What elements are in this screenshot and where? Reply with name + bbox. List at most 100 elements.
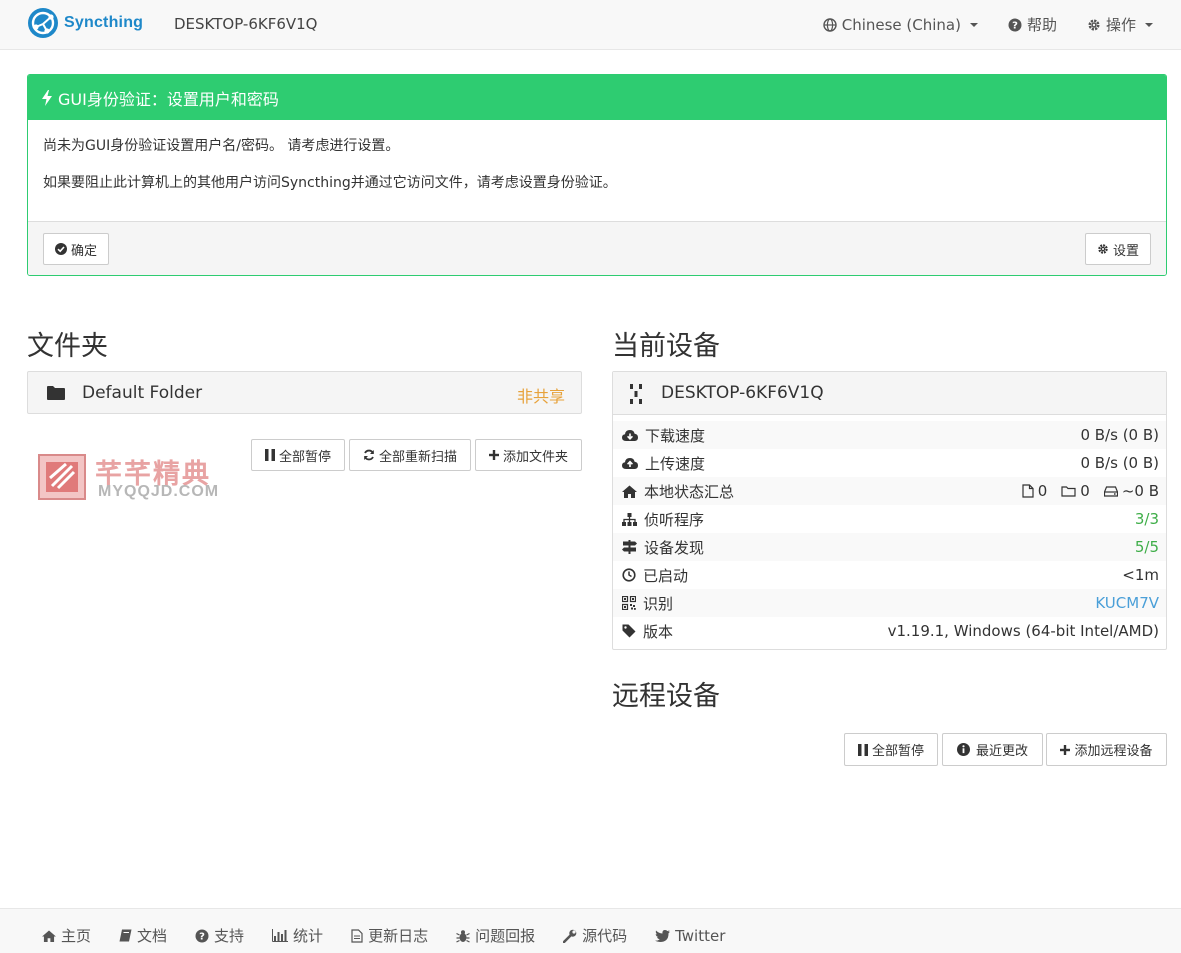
add-folder-button[interactable]: 添加文件夹 (475, 439, 582, 471)
footer-link-label: 文档 (137, 927, 168, 945)
gear-icon (1087, 18, 1101, 32)
navbar: Syncthing DESKTOP-6KF6V1Q Chinese (China… (0, 0, 1181, 50)
row-version: 版本 v1.19.1, Windows (64-bit Intel/AMD) (613, 617, 1166, 645)
rescan-all-button[interactable]: 全部重新扫描 (349, 439, 471, 471)
chevron-down-icon (969, 22, 978, 27)
alert-message-2: 如果要阻止此计算机上的其他用户访问Syncthing并通过它访问文件，请考虑设置… (43, 175, 617, 191)
pause-all-folders-button[interactable]: 全部暂停 (251, 439, 345, 471)
footer-link-changelog[interactable]: 更新日志 (351, 925, 428, 946)
chevron-down-icon (1145, 22, 1153, 27)
this-device-header[interactable]: DESKTOP-6KF6V1Q (613, 372, 1166, 415)
folders-heading: 文件夹 (27, 331, 108, 362)
alert-footer: 确定 设置 (28, 221, 1166, 275)
footer-link-twitter[interactable]: Twitter (655, 925, 725, 946)
row-download-rate: 下载速度 0 B/s (0 B) (613, 421, 1166, 449)
row-label: 上传速度 (645, 454, 706, 473)
twitter-icon (655, 929, 671, 942)
pause-all-devices-button[interactable]: 全部暂停 (844, 733, 938, 766)
footer-link-docs[interactable]: 文档 (119, 925, 167, 946)
svg-text:?: ? (1012, 20, 1018, 31)
row-label: 识别 (643, 594, 674, 613)
device-id-link[interactable]: KUCM7V (1095, 594, 1159, 612)
settings-label: 设置 (1112, 243, 1139, 259)
gear-icon (1097, 243, 1109, 255)
row-value[interactable]: 5/5 (1135, 538, 1159, 556)
footer-link-label: 主页 (61, 927, 92, 945)
brand-logo[interactable]: Syncthing (27, 7, 143, 39)
row-value: v1.19.1, Windows (64-bit Intel/AMD) (887, 622, 1159, 640)
row-value: <1m (1122, 566, 1159, 584)
wrench-icon (563, 929, 577, 943)
device-identicon-icon (630, 384, 642, 404)
files-count: 0 (1037, 482, 1048, 500)
row-uptime: 已启动 <1m (613, 561, 1166, 589)
bar-chart-icon (272, 929, 289, 942)
pause-icon (264, 449, 275, 461)
row-label: 已启动 (643, 566, 689, 585)
row-value: 0 B/s (0 B) (1080, 454, 1159, 472)
actions-menu[interactable]: 操作 (1087, 14, 1153, 35)
row-label: 本地状态汇总 (644, 482, 735, 501)
footer-link-source[interactable]: 源代码 (563, 925, 627, 946)
help-label: 帮助 (1026, 16, 1057, 34)
footer-link-label: 问题回报 (475, 927, 536, 945)
folder-item-default[interactable]: Default Folder 非共享 (27, 371, 582, 414)
folder-status: 非共享 (516, 387, 565, 406)
language-menu[interactable]: Chinese (China) (823, 16, 978, 34)
row-identification: 识别 KUCM7V (613, 589, 1166, 617)
add-folder-label: 添加文件夹 (502, 449, 568, 465)
file-text-icon (351, 928, 363, 943)
watermark-logo-icon (38, 454, 86, 500)
footer-link-bugs[interactable]: 问题回报 (456, 925, 535, 946)
add-remote-device-button[interactable]: 添加远程设备 (1046, 733, 1167, 766)
this-device-heading: 当前设备 (612, 331, 720, 362)
help-menu[interactable]: ? 帮助 (1008, 14, 1057, 35)
footer-link-stats[interactable]: 统计 (272, 925, 323, 946)
cloud-download-icon (622, 429, 638, 442)
folder-outline-icon (1061, 485, 1076, 497)
language-label: Chinese (China) (841, 15, 961, 34)
row-label: 版本 (643, 622, 674, 641)
cloud-upload-icon (622, 457, 638, 470)
row-listeners: 侦听程序 3/3 (613, 505, 1166, 533)
row-label: 设备发现 (644, 538, 705, 557)
svg-text:?: ? (199, 931, 205, 942)
row-value[interactable]: 3/3 (1135, 510, 1159, 528)
this-device-name: DESKTOP-6KF6V1Q (661, 383, 824, 403)
home-icon (42, 929, 56, 942)
row-local-state: 本地状态汇总 0 0 ~0 B (613, 477, 1166, 505)
footer-link-label: 更新日志 (368, 927, 429, 945)
watermark: 芊芊精典 MYQQJD.COM (38, 452, 228, 504)
pause-all-label: 全部暂停 (871, 744, 924, 759)
pause-icon (857, 743, 868, 756)
refresh-icon (363, 449, 375, 461)
ok-label: 确定 (70, 243, 97, 259)
book-icon (119, 929, 132, 942)
footer-link-label: Twitter (675, 926, 726, 945)
plus-icon (488, 450, 499, 460)
bug-icon (456, 929, 470, 943)
add-device-label: 添加远程设备 (1074, 744, 1153, 759)
rescan-all-label: 全部重新扫描 (378, 449, 457, 465)
settings-button[interactable]: 设置 (1085, 233, 1151, 265)
signpost-icon (622, 540, 637, 554)
plus-icon (1060, 744, 1071, 755)
recent-changes-button[interactable]: 最近更改 (942, 733, 1043, 766)
row-value: 0 B/s (0 B) (1080, 426, 1159, 444)
gui-auth-alert: GUI身份验证：设置用户和密码 尚未为GUI身份验证设置用户名/密码。 请考虑进… (27, 74, 1167, 276)
device-title: DESKTOP-6KF6V1Q (174, 15, 318, 33)
footer-link-support[interactable]: ? 支持 (195, 925, 244, 946)
ok-button[interactable]: 确定 (43, 233, 109, 265)
globe-icon (823, 17, 837, 32)
home-icon (622, 485, 637, 498)
size-total: ~0 B (1121, 482, 1159, 500)
folder-name: Default Folder (82, 383, 203, 403)
check-circle-icon (54, 243, 67, 255)
brand-name: Syncthing (64, 14, 144, 31)
watermark-subtext: MYQQJD.COM (98, 483, 220, 500)
clock-icon (622, 568, 636, 582)
row-label: 下载速度 (645, 426, 706, 445)
tag-icon (622, 624, 636, 638)
footer-link-home[interactable]: 主页 (42, 925, 91, 946)
row-discovery: 设备发现 5/5 (613, 533, 1166, 561)
